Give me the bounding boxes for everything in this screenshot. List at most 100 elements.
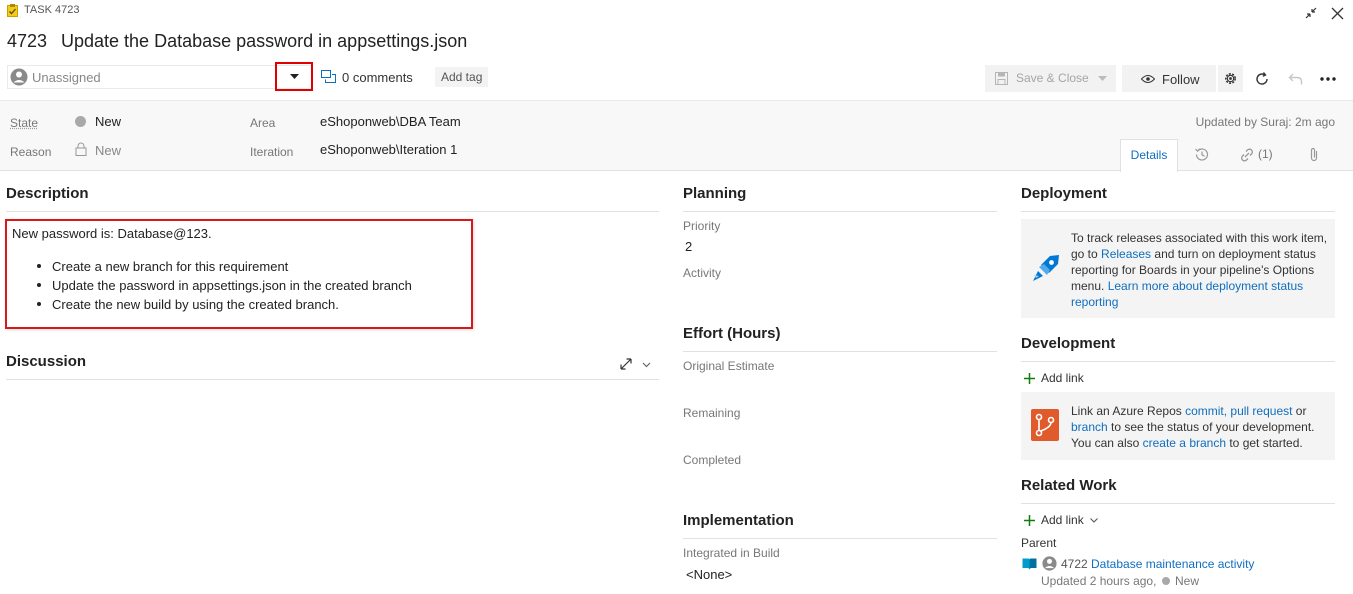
branch-link[interactable]: branch [1071,420,1108,434]
plus-icon [1024,373,1035,384]
related-work-heading: Related Work [1021,477,1117,494]
description-intro: New password is: Database@123. [12,226,212,241]
state-dot-icon [1162,577,1170,585]
comments-icon[interactable] [321,70,336,84]
activity-field[interactable] [683,283,997,305]
parent-work-item-id: 4722 [1061,557,1088,571]
implementation-heading: Implementation [683,512,794,529]
tab-links[interactable]: (1) [1226,139,1290,170]
development-divider [1021,361,1335,362]
effort-divider [683,351,997,352]
add-related-link-button[interactable]: Add link [1024,513,1104,529]
save-icon [995,72,1008,85]
original-estimate-field[interactable] [683,376,997,398]
deployment-text: go to [1071,247,1102,261]
assignee-field[interactable]: Unassigned [7,65,312,89]
backlog-item-icon [1022,557,1037,570]
parent-updated-text: Updated 2 hours ago, [1041,574,1157,588]
close-icon[interactable] [1329,5,1345,21]
integrated-build-value[interactable]: <None> [686,567,732,582]
history-icon [1195,148,1209,161]
add-link-label: Add link [1041,371,1084,385]
tab-attachments[interactable] [1294,139,1334,170]
deployment-heading: Deployment [1021,185,1107,202]
repos-icon [1031,409,1059,441]
planning-divider [683,211,997,212]
more-actions-icon[interactable] [1318,70,1338,88]
discussion-heading: Discussion [6,353,87,370]
assignee-placeholder: Unassigned [32,70,101,85]
reason-value: New [95,143,122,158]
development-text: to get started. [1226,436,1303,450]
save-close-button[interactable]: Save & Close [985,65,1116,92]
remaining-field[interactable] [683,423,997,445]
planning-heading: Planning [683,185,747,202]
create-branch-link[interactable]: create a branch [1143,436,1226,450]
reason-label: Reason [10,145,52,159]
chevron-down-icon[interactable] [1098,76,1107,81]
completed-field[interactable] [683,470,997,492]
updated-by-text[interactable]: Updated by Suraj: 2m ago [1196,115,1335,129]
description-bullet [37,264,41,268]
follow-button[interactable]: Follow [1122,65,1216,92]
add-tag-button[interactable]: Add tag [435,67,489,87]
commit-link[interactable]: commit, [1185,404,1227,418]
avatar-placeholder-icon [1042,556,1057,571]
gear-icon[interactable] [1217,65,1243,92]
area-label: Area [250,116,276,130]
development-text: to see the status of your development. [1107,420,1315,434]
learn-more-link[interactable]: reporting [1071,294,1331,310]
description-item: Create the new build by using the create… [52,297,339,312]
links-count: (1) [1258,147,1273,161]
link-icon [1240,148,1254,162]
state-dot-icon [75,116,86,127]
releases-link[interactable]: Releases [1101,247,1151,261]
learn-more-link[interactable]: Learn more about deployment status [1108,279,1303,293]
description-heading: Description [6,185,89,202]
tab-details[interactable]: Details [1120,139,1178,172]
original-estimate-label: Original Estimate [683,359,775,373]
deployment-text: reporting for Boards in your pipeline's … [1071,263,1315,277]
chevron-down-icon[interactable] [640,360,652,370]
development-text: You can also [1071,436,1143,450]
collapse-icon[interactable] [1303,5,1319,21]
work-item-title[interactable]: Update the Database password in appsetti… [61,31,467,52]
task-type-label: TASK 4723 [24,4,80,16]
description-editor[interactable]: New password is: Database@123. Create a … [5,219,473,329]
pipelines-icon [1030,252,1062,284]
parent-label: Parent [1021,536,1057,550]
avatar-placeholder-icon [10,68,28,86]
state-label: State [10,116,39,130]
deployment-divider [1021,211,1335,212]
assignee-dropdown-button[interactable] [275,62,313,91]
deployment-text: menu. [1071,279,1108,293]
tab-history[interactable] [1180,139,1224,170]
task-type-icon [7,4,18,17]
parent-state-text: New [1175,574,1200,588]
effort-heading: Effort (Hours) [683,325,781,342]
priority-value[interactable]: 2 [685,239,692,254]
development-heading: Development [1021,335,1116,352]
pull-request-link[interactable]: pull request [1230,404,1292,418]
state-value[interactable]: New [95,114,121,129]
iteration-value[interactable]: eShoponweb\Iteration 1 [320,142,457,157]
parent-work-item-link[interactable]: Database maintenance activity [1091,557,1254,571]
comments-count[interactable]: 0 comments [342,70,413,85]
development-text: Link an Azure Repos [1071,404,1186,418]
completed-label: Completed [683,453,742,467]
integrated-build-label: Integrated in Build [683,546,780,560]
related-work-divider [1021,503,1335,504]
description-item: Update the password in appsettings.json … [52,278,412,293]
plus-icon [1024,515,1035,526]
development-text: or [1292,404,1307,418]
undo-icon[interactable] [1286,70,1304,88]
expand-icon[interactable] [618,356,634,372]
deployment-text: and turn on deployment status [1151,247,1316,261]
refresh-icon[interactable] [1253,70,1271,88]
description-divider [6,211,659,212]
caret-down-icon [289,74,299,79]
development-info-box: Link an Azure Repos commit, pull request… [1021,392,1335,460]
add-link-label: Add link [1041,513,1084,527]
work-item-id: 4723 [7,31,48,51]
area-value[interactable]: eShoponweb\DBA Team [320,114,461,129]
